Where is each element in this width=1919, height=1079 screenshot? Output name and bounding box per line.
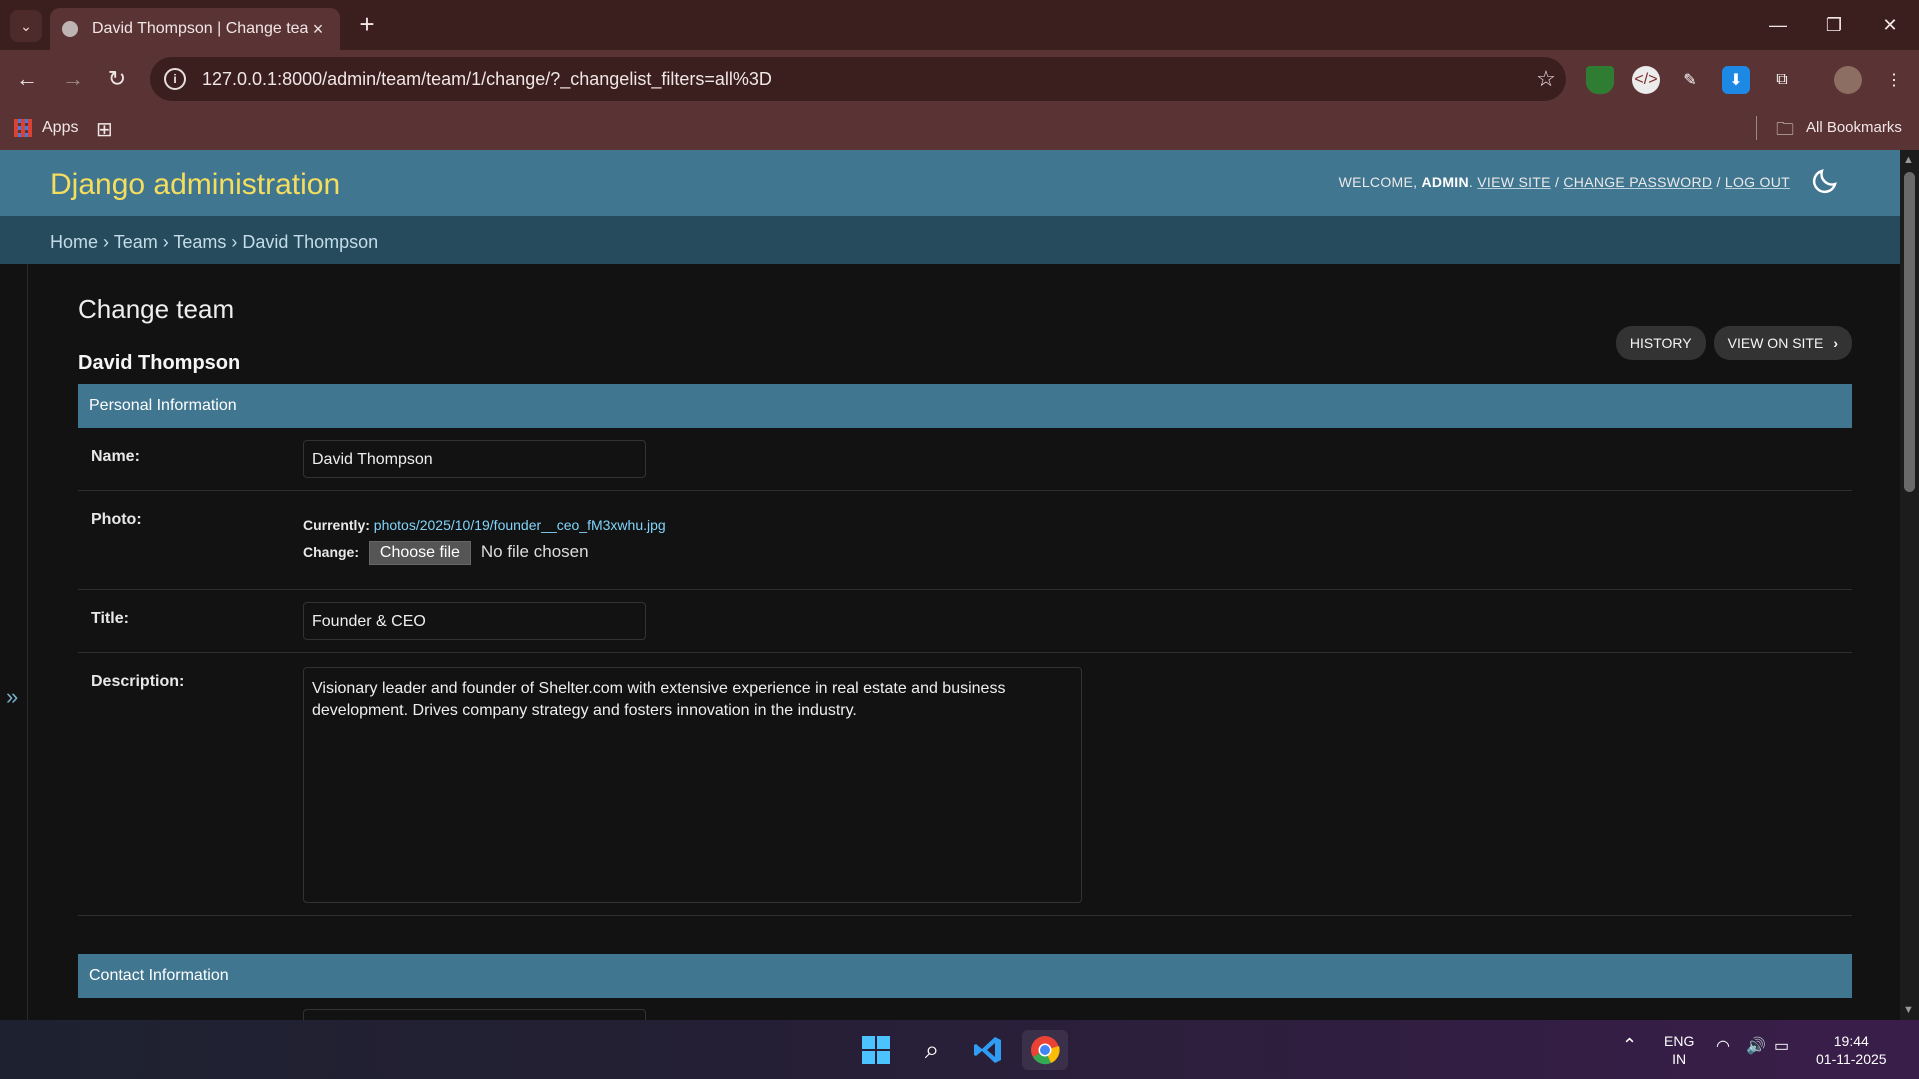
url-text[interactable]: 127.0.0.1:8000/admin/team/team/1/change/… — [202, 69, 1526, 90]
battery-icon[interactable]: ▭ — [1774, 1038, 1789, 1056]
main-content: Change team David Thompson HISTORY VIEW … — [78, 264, 1852, 1030]
breadcrumb-team-app[interactable]: Team — [114, 232, 158, 252]
site-branding[interactable]: Django administration — [50, 168, 340, 202]
profile-avatar[interactable] — [1834, 66, 1862, 94]
photo-file-link[interactable]: photos/2025/10/19/founder__ceo_fM3xwhu.j… — [374, 517, 666, 533]
section-personal-information: Personal Information — [78, 384, 1852, 428]
close-tab-icon[interactable]: × — [308, 19, 328, 40]
address-bar[interactable]: i 127.0.0.1:8000/admin/team/team/1/chang… — [150, 57, 1566, 101]
wifi-icon[interactable]: ◠ — [1716, 1038, 1730, 1056]
form-row-description: Description: Visionary leader and founde… — [78, 653, 1852, 916]
name-label: Name: — [91, 448, 140, 465]
object-name: David Thompson — [78, 352, 241, 374]
breadcrumb-home[interactable]: Home — [50, 232, 98, 252]
breadcrumb-current: David Thompson — [242, 232, 379, 252]
page-scrollbar[interactable]: ▲ ▼ — [1900, 150, 1919, 1020]
page-title: Change team — [78, 294, 235, 324]
breadcrumb-teams[interactable]: Teams — [173, 232, 226, 252]
new-tab-icon[interactable]: + — [352, 10, 382, 40]
photo-change: Change: Choose file No file chosen — [303, 541, 589, 565]
extensions-puzzle-icon[interactable]: ⧉ — [1768, 66, 1796, 94]
folder-icon: 🗀 — [1776, 119, 1794, 139]
user-tools: WELCOME, ADMIN. VIEW SITE / CHANGE PASSW… — [1338, 174, 1790, 190]
form-row-photo: Photo: Currently: photos/2025/10/19/foun… — [78, 491, 1852, 590]
vscode-icon[interactable] — [968, 1030, 1008, 1070]
view-on-site-label: VIEW ON SITE — [1727, 335, 1824, 351]
browser-tab-strip: ⌄ David Thompson | Change tean × + — ❐ ✕ — [0, 0, 1919, 50]
tab-title: David Thompson | Change tean — [92, 20, 308, 37]
region-code: IN — [1672, 1051, 1687, 1067]
change-password-link[interactable]: CHANGE PASSWORD — [1563, 174, 1712, 190]
description-label: Description: — [91, 673, 185, 690]
apps-bookmark[interactable]: Apps — [42, 119, 78, 137]
bookmarks-bar: Apps ⊞ 🗀 All Bookmarks — [0, 108, 1919, 150]
restore-icon[interactable]: ❐ — [1806, 8, 1862, 42]
tab-search-dropdown-icon[interactable]: ⌄ — [10, 10, 42, 42]
site-info-icon[interactable]: i — [164, 68, 186, 90]
currently-label: Currently: — [303, 517, 370, 533]
volume-icon[interactable]: 🔊 — [1746, 1038, 1766, 1056]
change-label: Change: — [303, 544, 359, 560]
clock-time: 19:44 — [1833, 1033, 1869, 1049]
site-header: Django administration WELCOME, ADMIN. VI… — [0, 150, 1900, 216]
name-input[interactable]: David Thompson — [303, 440, 646, 478]
tab-favicon-icon — [62, 21, 78, 37]
windows-start-icon[interactable] — [856, 1030, 896, 1070]
reload-icon[interactable]: ↻ — [102, 64, 132, 94]
breadcrumb: Home › Team › Teams › David Thompson — [0, 216, 1900, 264]
choose-file-button[interactable]: Choose file — [368, 541, 471, 565]
back-icon[interactable]: ← — [12, 64, 42, 94]
download-icon[interactable]: ⬇ — [1722, 66, 1750, 94]
shield-extension-icon[interactable] — [1586, 66, 1614, 94]
view-on-site-button[interactable]: VIEW ON SITE › — [1713, 326, 1852, 360]
close-window-icon[interactable]: ✕ — [1862, 8, 1918, 42]
view-site-link[interactable]: VIEW SITE — [1477, 174, 1551, 190]
photo-label: Photo: — [91, 511, 142, 528]
apps-grid-icon[interactable] — [14, 119, 32, 137]
devtools-extension-icon[interactable]: </> — [1632, 66, 1660, 94]
scroll-down-icon[interactable]: ▼ — [1903, 1004, 1914, 1016]
pen-extension-icon[interactable]: ✎ — [1676, 66, 1704, 94]
theme-toggle-moon-icon[interactable] — [1810, 166, 1840, 196]
log-out-link[interactable]: LOG OUT — [1725, 174, 1790, 190]
browser-menu-icon[interactable]: ⋮ — [1880, 66, 1908, 94]
section-contact-information: Contact Information — [78, 954, 1852, 998]
chevron-right-icon: › — [1833, 335, 1838, 351]
form-row-title: Title: Founder & CEO — [78, 590, 1852, 653]
username: ADMIN — [1421, 174, 1469, 190]
scrollbar-thumb[interactable] — [1904, 172, 1915, 492]
tab-groups-icon[interactable]: ⊞ — [96, 117, 113, 142]
history-label: HISTORY — [1629, 335, 1692, 351]
search-icon[interactable]: ⌕ — [912, 1030, 952, 1070]
browser-toolbar: ← → ↻ i 127.0.0.1:8000/admin/team/team/1… — [0, 50, 1919, 108]
chrome-icon[interactable] — [1022, 1030, 1068, 1070]
nav-sidebar-toggle[interactable]: » — [0, 264, 28, 1020]
language-indicator[interactable]: ENG IN — [1664, 1032, 1694, 1068]
bookmarks-divider — [1756, 116, 1757, 140]
expand-sidebar-icon[interactable]: » — [6, 684, 18, 710]
photo-current: Currently: photos/2025/10/19/founder__ce… — [303, 517, 666, 533]
scroll-up-icon[interactable]: ▲ — [1903, 154, 1914, 166]
form-row-name: Name: David Thompson — [78, 428, 1852, 491]
bookmark-star-icon[interactable]: ☆ — [1526, 66, 1566, 92]
welcome-text: WELCOME, — [1338, 174, 1418, 190]
clock[interactable]: 19:44 01-11-2025 — [1816, 1032, 1887, 1068]
language-code: ENG — [1664, 1033, 1695, 1049]
object-tools: HISTORY VIEW ON SITE › — [1615, 326, 1852, 360]
title-label: Title: — [91, 610, 129, 627]
forward-icon[interactable]: → — [58, 64, 88, 94]
clock-date: 01-11-2025 — [1816, 1051, 1887, 1067]
title-input[interactable]: Founder & CEO — [303, 602, 646, 640]
minimize-icon[interactable]: — — [1750, 8, 1806, 42]
description-textarea[interactable]: Visionary leader and founder of Shelter.… — [303, 667, 1082, 903]
active-tab[interactable]: David Thompson | Change tean × — [50, 8, 340, 50]
all-bookmarks-button[interactable]: All Bookmarks — [1806, 119, 1902, 136]
history-button[interactable]: HISTORY — [1615, 326, 1706, 360]
no-file-text: No file chosen — [480, 542, 589, 561]
windows-taskbar: ⌕ ⌃ ENG IN ◠ 🔊 ▭ 19:44 01-11-2025 — [0, 1020, 1919, 1079]
show-hidden-icons-icon[interactable]: ⌃ — [1622, 1036, 1637, 1054]
